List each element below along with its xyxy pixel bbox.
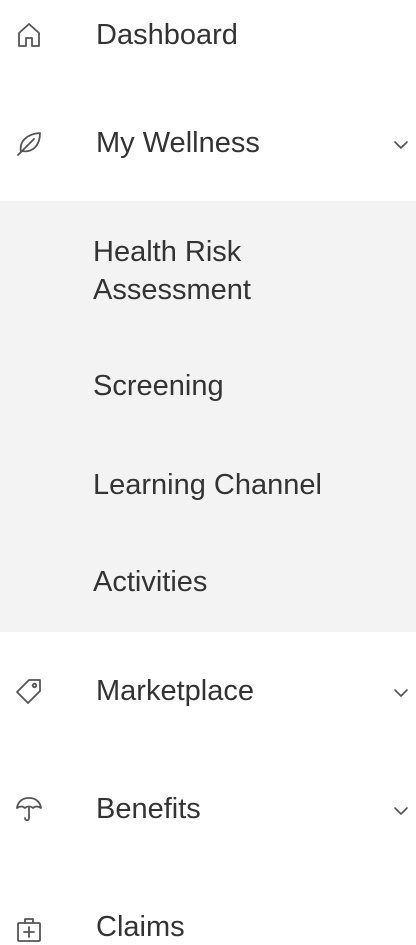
umbrella-icon — [14, 794, 44, 824]
submenu-item-learning-channel[interactable]: Learning Channel — [93, 466, 393, 504]
chevron-down-icon[interactable] — [390, 682, 412, 704]
sidebar-item-label: Benefits — [96, 793, 201, 825]
sidebar-item-label: My Wellness — [96, 127, 260, 159]
sidebar-nav: Dashboard My Wellness Health Risk Assess… — [0, 0, 416, 945]
submenu-item-screening[interactable]: Screening — [93, 367, 393, 405]
submenu-item-activities[interactable]: Activities — [93, 563, 393, 601]
submenu-item-health-risk-assessment[interactable]: Health Risk Assessment — [93, 233, 393, 309]
chevron-down-icon[interactable] — [390, 800, 412, 822]
home-icon — [14, 20, 44, 50]
sidebar-item-label: Marketplace — [96, 675, 254, 707]
sidebar-item-label: Claims — [96, 911, 185, 943]
sidebar-item-benefits[interactable]: Benefits — [0, 778, 416, 842]
sidebar-item-dashboard[interactable]: Dashboard — [0, 4, 416, 68]
sidebar-item-claims[interactable]: Claims — [0, 896, 416, 945]
medical-case-icon — [14, 914, 44, 944]
chevron-down-icon[interactable] — [390, 134, 412, 156]
sidebar-item-my-wellness[interactable]: My Wellness — [0, 112, 416, 176]
sidebar-item-label: Dashboard — [96, 19, 238, 51]
leaf-icon — [14, 128, 44, 158]
my-wellness-submenu: Health Risk Assessment Screening Learnin… — [0, 201, 416, 632]
tag-icon — [14, 676, 44, 706]
sidebar-item-marketplace[interactable]: Marketplace — [0, 660, 416, 724]
